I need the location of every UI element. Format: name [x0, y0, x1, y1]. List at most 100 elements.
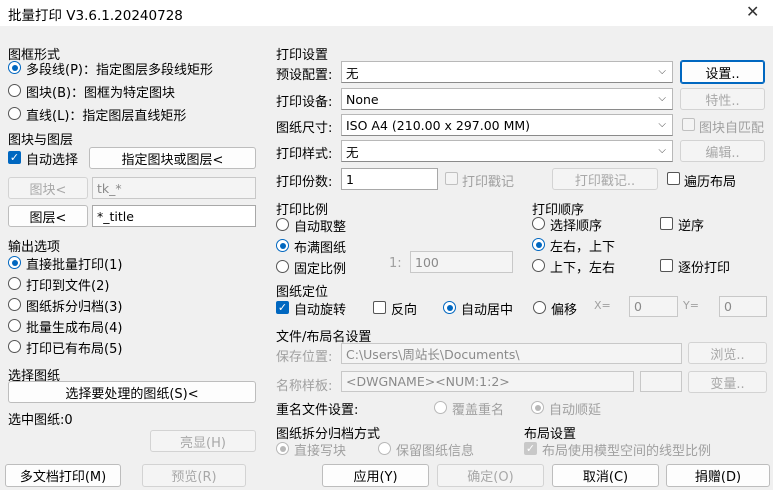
- preset-select[interactable]: 无 ⌵: [341, 61, 673, 83]
- copy-by-copy-checkbox[interactable]: [660, 259, 673, 272]
- offset-x-input[interactable]: 0: [629, 296, 678, 317]
- pick-block-button[interactable]: 图块<: [8, 177, 88, 199]
- auto-select-checkbox[interactable]: ✓: [8, 151, 21, 164]
- name-pattern-label: 名称样板:: [276, 379, 333, 394]
- save-location-input[interactable]: C:\Users\周站长\Documents\: [341, 343, 682, 364]
- order-select-radio[interactable]: [532, 217, 545, 230]
- output-print-label: 直接批量打印(1): [26, 258, 123, 273]
- direct-write-label: 直接写块: [294, 444, 347, 459]
- highlight-button[interactable]: 亮显(H): [150, 430, 256, 452]
- offset-radio[interactable]: [533, 301, 546, 314]
- auto-match-checkbox[interactable]: [682, 118, 695, 131]
- output-split-radio[interactable]: [8, 298, 21, 311]
- rename-setting-label: 重名文件设置:: [276, 403, 359, 418]
- output-print-radio[interactable]: [8, 256, 21, 269]
- window-title: 批量打印 V3.6.1.20240728: [8, 8, 183, 24]
- offset-y-label: Y=: [683, 299, 699, 312]
- chevron-down-icon: ⌵: [658, 92, 666, 104]
- specify-block-layer-button[interactable]: 指定图块或图层<: [89, 147, 256, 169]
- traverse-layouts-checkbox[interactable]: [667, 172, 680, 185]
- stamp-settings-button[interactable]: 打印戳记..: [552, 168, 658, 190]
- chevron-down-icon: ⌵: [658, 65, 666, 77]
- scale-ratio-prefix: 1:: [389, 256, 402, 271]
- auto-rotate-checkbox[interactable]: ✓: [276, 301, 289, 314]
- keep-info-label: 保留图纸信息: [396, 444, 475, 459]
- frame-polyline-label: 多段线(P)：指定图层多段线矩形: [26, 63, 213, 78]
- stamp-checkbox[interactable]: [445, 172, 458, 185]
- block-name-input[interactable]: tk_*: [92, 177, 256, 199]
- output-split-label: 图纸拆分归档(3): [26, 300, 123, 315]
- output-file-radio[interactable]: [8, 277, 21, 290]
- device-label: 打印设备:: [276, 95, 333, 110]
- order-tb-radio[interactable]: [532, 259, 545, 272]
- close-icon[interactable]: ✕: [746, 2, 759, 21]
- ok-button[interactable]: 确定(O): [437, 464, 544, 487]
- output-group-title: 输出选项: [8, 240, 61, 255]
- auto-center-radio[interactable]: [443, 301, 456, 314]
- scale-fit-radio[interactable]: [276, 239, 289, 252]
- order-lr-label: 左右，上下: [550, 240, 616, 255]
- frame-block-label: 图块(B)：图框为特定图块: [26, 86, 176, 101]
- copy-by-copy-label: 逐份打印: [678, 261, 731, 276]
- scale-auto-radio[interactable]: [276, 218, 289, 231]
- device-value: None: [346, 91, 379, 107]
- scale-fixed-radio[interactable]: [276, 260, 289, 273]
- frame-line-radio[interactable]: [8, 107, 21, 120]
- device-select[interactable]: None ⌵: [341, 88, 673, 110]
- frame-polyline-radio[interactable]: [8, 61, 21, 74]
- preset-value: 无: [346, 65, 359, 81]
- paper-size-select[interactable]: ISO A4 (210.00 x 297.00 MM) ⌵: [341, 114, 673, 136]
- overwrite-label: 覆盖重名: [452, 403, 505, 418]
- edit-style-button[interactable]: 编辑..: [680, 140, 765, 162]
- auto-increment-radio[interactable]: [531, 401, 544, 414]
- name-pattern-input[interactable]: <DWGNAME><NUM:1:2>: [341, 371, 634, 392]
- frame-block-radio[interactable]: [8, 84, 21, 97]
- reverse-rotate-label: 反向: [391, 303, 418, 318]
- copies-input[interactable]: 1: [341, 168, 438, 190]
- preview-button[interactable]: 预览(R): [142, 464, 246, 487]
- model-linetype-checkbox[interactable]: ✓: [524, 442, 537, 455]
- select-drawings-button[interactable]: 选择要处理的图纸(S)<: [8, 381, 256, 403]
- order-select-label: 选择顺序: [550, 219, 603, 234]
- selected-count-label: 选中图纸:0: [8, 413, 73, 428]
- print-settings-group-title: 打印设置: [276, 48, 329, 63]
- pick-layer-button[interactable]: 图层<: [8, 205, 88, 227]
- output-layouts-radio[interactable]: [8, 319, 21, 332]
- layer-name-input[interactable]: *_title: [92, 205, 256, 227]
- multi-document-print-button[interactable]: 多文档打印(M): [5, 464, 121, 487]
- donate-button[interactable]: 捐赠(D): [666, 464, 770, 487]
- properties-button[interactable]: 特性..: [680, 88, 765, 110]
- output-file-label: 打印到文件(2): [26, 279, 110, 294]
- copies-label: 打印份数:: [276, 175, 333, 190]
- preset-label: 预设配置:: [276, 68, 333, 83]
- pattern-extra-input[interactable]: [640, 371, 682, 392]
- reverse-rotate-checkbox[interactable]: [373, 301, 386, 314]
- variables-button[interactable]: 变量..: [688, 371, 767, 393]
- save-location-label: 保存位置:: [276, 350, 333, 365]
- print-style-select[interactable]: 无 ⌵: [341, 140, 673, 162]
- chevron-down-icon: ⌵: [658, 118, 666, 130]
- block-layer-group-title: 图块与图层: [8, 133, 74, 148]
- position-group-title: 图纸定位: [276, 285, 329, 300]
- scale-fit-label: 布满图纸: [294, 241, 347, 256]
- cancel-button[interactable]: 取消(C): [552, 464, 659, 487]
- apply-button[interactable]: 应用(Y): [322, 464, 429, 487]
- keep-info-radio[interactable]: [378, 442, 391, 455]
- scale-fixed-label: 固定比例: [294, 262, 347, 277]
- print-style-label: 打印样式:: [276, 147, 333, 162]
- setup-button[interactable]: 设置..: [680, 60, 765, 84]
- reverse-order-checkbox[interactable]: [660, 217, 673, 230]
- order-lr-radio[interactable]: [532, 238, 545, 251]
- order-tb-label: 上下，左右: [550, 261, 616, 276]
- paper-size-label: 图纸尺寸:: [276, 121, 333, 136]
- auto-increment-label: 自动顺延: [549, 403, 602, 418]
- direct-write-radio[interactable]: [276, 442, 289, 455]
- browse-button[interactable]: 浏览..: [688, 342, 767, 364]
- output-existing-radio[interactable]: [8, 340, 21, 353]
- frame-line-label: 直线(L)：指定图层直线矩形: [26, 109, 187, 124]
- print-style-value: 无: [346, 144, 359, 160]
- offset-y-input[interactable]: 0: [719, 296, 767, 317]
- overwrite-radio[interactable]: [434, 401, 447, 414]
- scale-auto-label: 自动取整: [294, 220, 347, 235]
- scale-ratio-input[interactable]: 100: [410, 251, 513, 273]
